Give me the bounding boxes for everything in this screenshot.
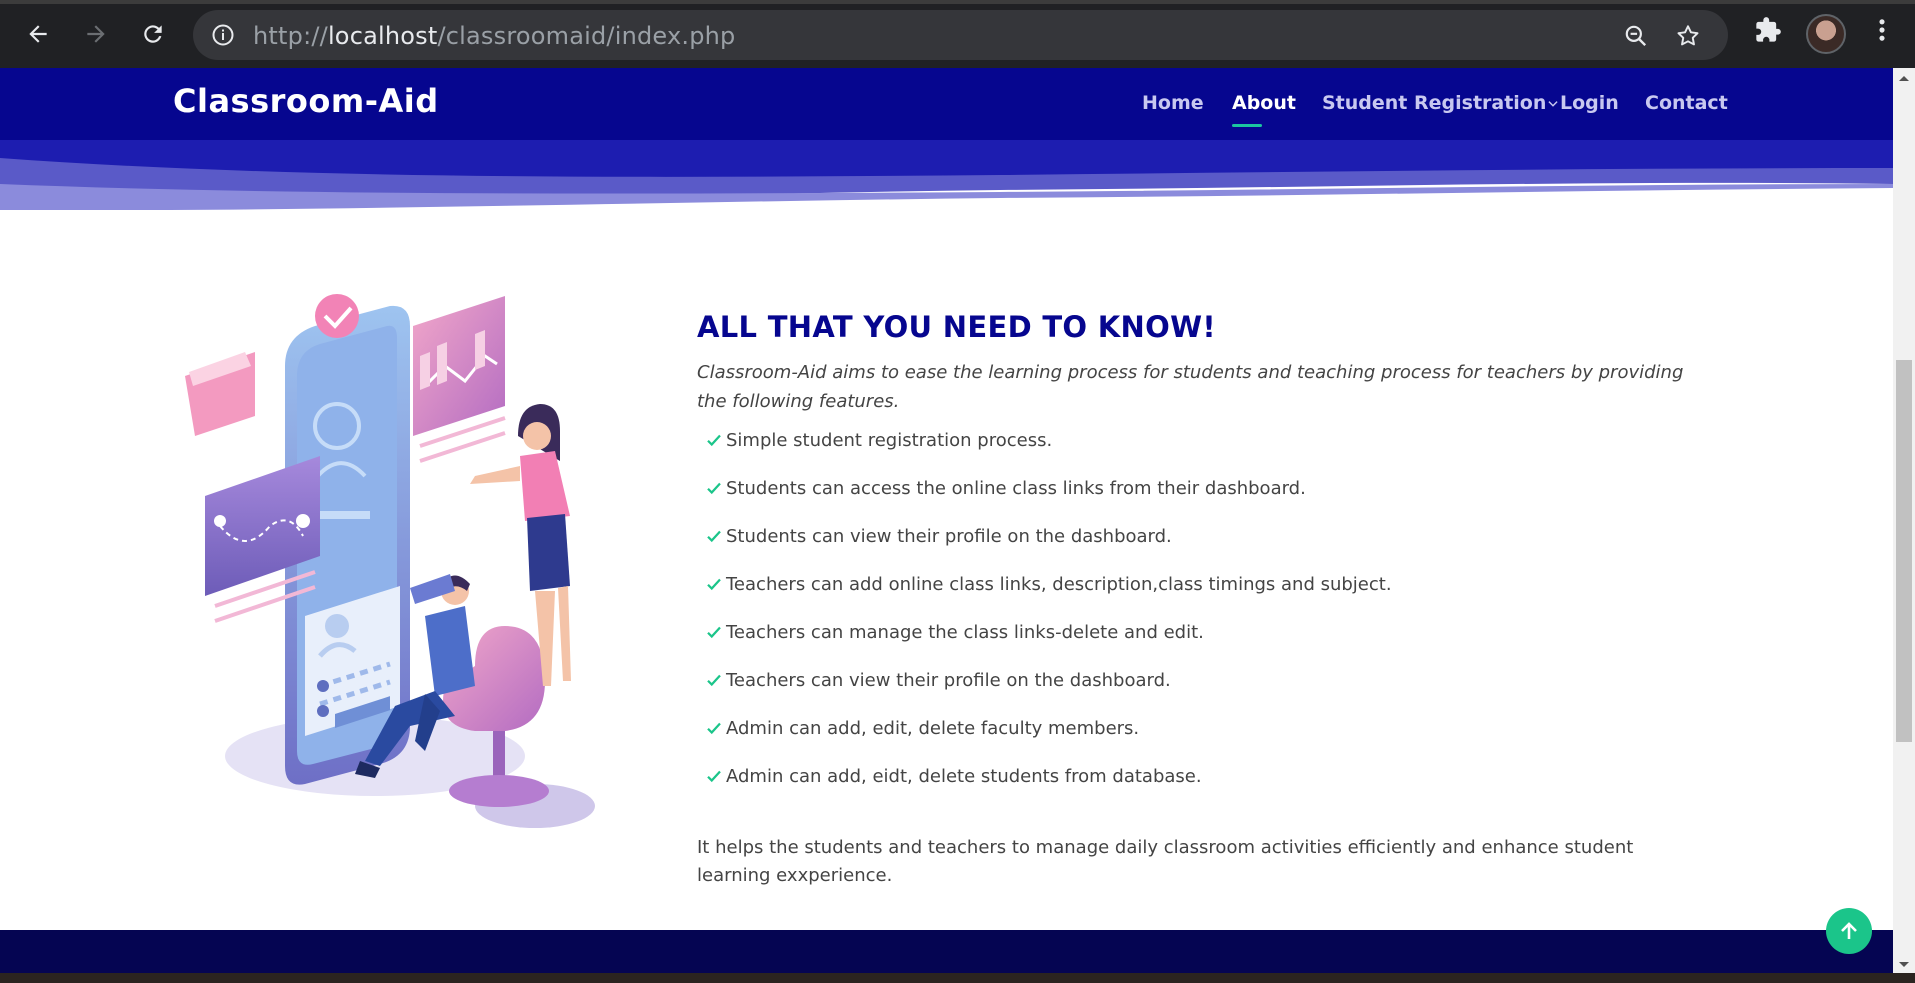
url-scheme: http:// xyxy=(253,22,328,50)
feature-text: Teachers can add online class links, des… xyxy=(726,574,1392,595)
check-icon xyxy=(707,626,721,639)
more-vertical-icon[interactable] xyxy=(1868,16,1896,44)
zoom-icon[interactable] xyxy=(1623,23,1649,49)
forward-button[interactable] xyxy=(78,16,114,52)
back-to-top-button[interactable] xyxy=(1826,908,1872,954)
list-item: Teachers can add online class links, des… xyxy=(702,574,1702,622)
url-text[interactable]: http://localhost/classroomaid/index.php xyxy=(253,22,735,50)
tab-strip xyxy=(0,0,1915,4)
feature-text: Admin can add, edit, delete faculty memb… xyxy=(726,718,1140,739)
check-icon xyxy=(707,434,721,447)
arrow-right-icon xyxy=(87,25,105,43)
feature-text: Teachers can view their profile on the d… xyxy=(726,670,1171,691)
check-icon xyxy=(707,674,721,687)
check-icon xyxy=(707,530,721,543)
scroll-down-icon[interactable] xyxy=(1893,957,1915,973)
nav-contact[interactable]: Contact xyxy=(1645,92,1728,114)
feature-text: Teachers can manage the class links-dele… xyxy=(726,622,1204,643)
address-bar[interactable]: http://localhost/classroomaid/index.php xyxy=(193,10,1728,60)
nav-about[interactable]: About xyxy=(1232,92,1296,114)
star-icon[interactable] xyxy=(1675,23,1701,49)
footer xyxy=(0,930,1893,973)
page-scrollbar[interactable] xyxy=(1893,68,1915,973)
list-item: Admin can add, edit, delete faculty memb… xyxy=(702,718,1702,766)
list-item: Teachers can view their profile on the d… xyxy=(702,670,1702,718)
feature-list: Simple student registration process. Stu… xyxy=(702,430,1702,814)
scroll-up-icon[interactable] xyxy=(1893,70,1915,86)
reload-icon xyxy=(144,25,162,43)
url-path: /classroomaid/index.php xyxy=(437,22,736,50)
page-viewport: Classroom-Aid Home About Student Registr… xyxy=(0,68,1893,973)
site-logo[interactable]: Classroom-Aid xyxy=(173,82,439,120)
list-item: Admin can add, eidt, delete students fro… xyxy=(702,766,1702,814)
list-item: Simple student registration process. xyxy=(702,430,1702,478)
browser-toolbar: http://localhost/classroomaid/index.php xyxy=(0,0,1915,68)
check-icon xyxy=(707,578,721,591)
arrow-up-icon xyxy=(1841,922,1857,939)
scrollbar-thumb[interactable] xyxy=(1896,360,1912,742)
nav-home[interactable]: Home xyxy=(1142,92,1204,114)
list-item: Students can access the online class lin… xyxy=(702,478,1702,526)
profile-avatar[interactable] xyxy=(1806,14,1846,54)
back-button[interactable] xyxy=(20,16,56,52)
extensions-icon[interactable] xyxy=(1754,16,1782,44)
header-wave xyxy=(0,140,1893,210)
feature-text: Admin can add, eidt, delete students fro… xyxy=(726,766,1202,787)
nav-login[interactable]: Login xyxy=(1546,92,1619,114)
reload-button[interactable] xyxy=(135,16,171,52)
feature-text: Simple student registration process. xyxy=(726,430,1053,451)
site-header: Classroom-Aid Home About Student Registr… xyxy=(0,68,1893,142)
section-title: ALL THAT YOU NEED TO KNOW! xyxy=(697,310,1216,344)
list-item: Teachers can manage the class links-dele… xyxy=(702,622,1702,670)
info-icon[interactable] xyxy=(211,23,235,47)
nav-student-registration[interactable]: Student Registration xyxy=(1322,92,1546,114)
section-outro: It helps the students and teachers to ma… xyxy=(697,837,1634,886)
check-icon xyxy=(707,770,721,783)
list-item: Students can view their profile on the d… xyxy=(702,526,1702,574)
check-icon xyxy=(707,722,721,735)
feature-text: Students can access the online class lin… xyxy=(726,478,1306,499)
os-taskbar xyxy=(0,973,1915,983)
nav-login-label: Login xyxy=(1560,92,1619,114)
url-host: localhost xyxy=(327,22,438,50)
hero-illustration xyxy=(185,294,595,828)
section-intro: Classroom-Aid aims to ease the learning … xyxy=(697,362,1684,412)
check-icon xyxy=(707,482,721,495)
feature-text: Students can view their profile on the d… xyxy=(726,526,1172,547)
active-nav-indicator xyxy=(1232,124,1262,127)
arrow-left-icon xyxy=(29,25,47,43)
chevron-down-icon xyxy=(1548,100,1558,107)
